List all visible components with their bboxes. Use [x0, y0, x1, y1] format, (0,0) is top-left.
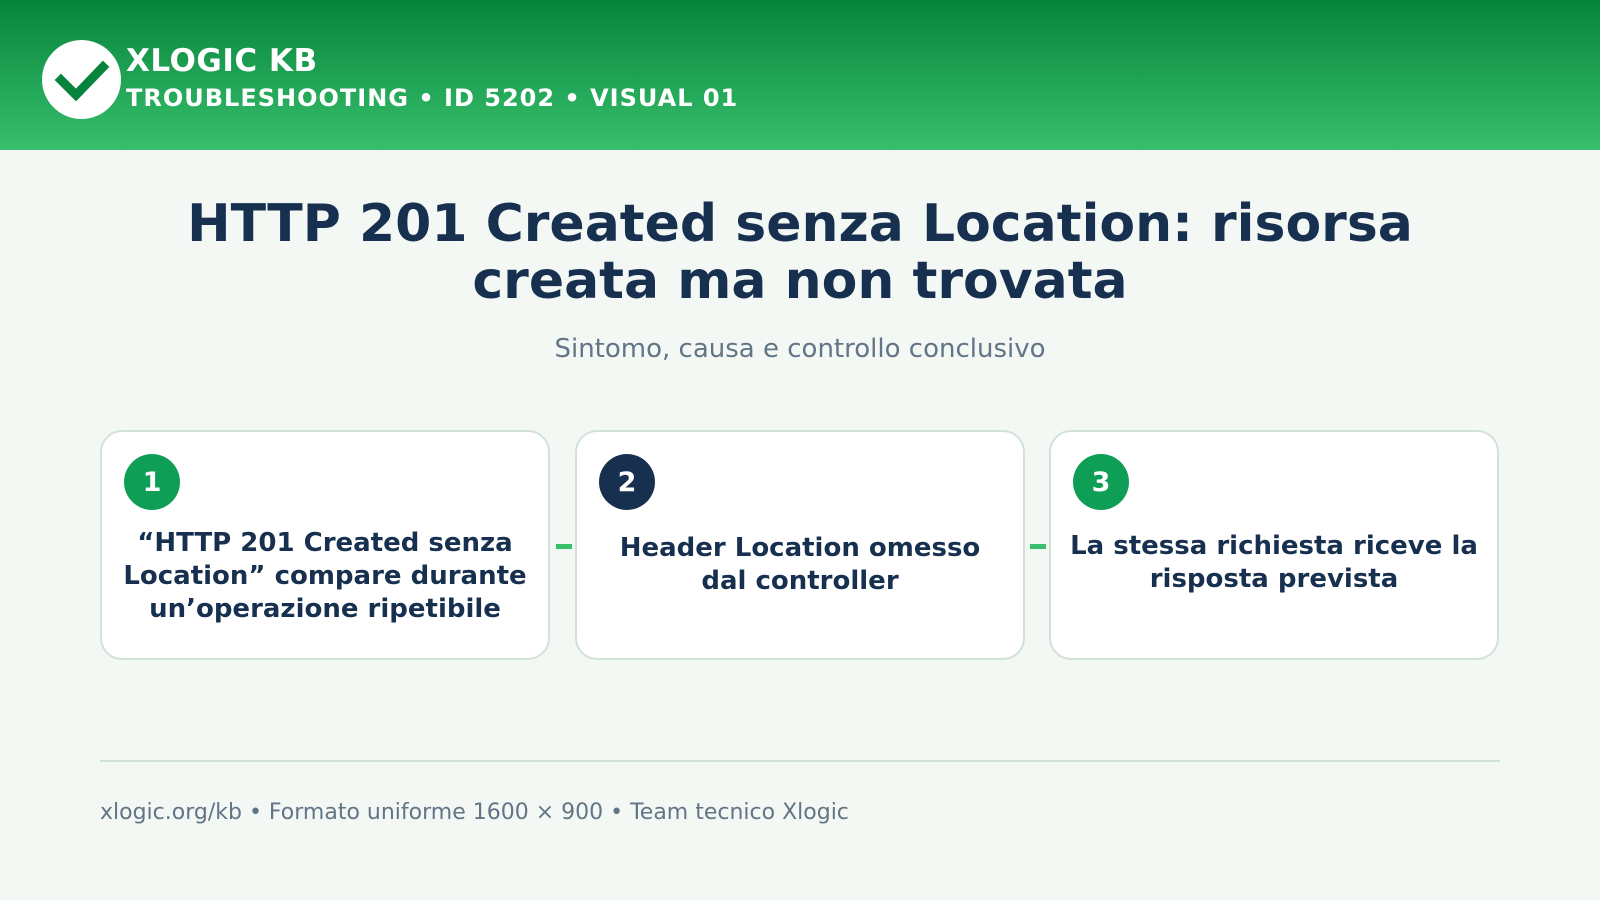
step-text: “HTTP 201 Created senza Location” compar…	[123, 527, 527, 624]
footer-text: xlogic.org/kb • Formato uniforme 1600 × …	[100, 800, 849, 825]
brand-name: XLOGIC KB	[126, 43, 318, 79]
step-number-badge: 1	[124, 454, 180, 510]
page-subtitle: Sintomo, causa e controllo conclusivo	[554, 334, 1046, 364]
step-card-2: 2 Header Location omesso dal controller	[575, 430, 1025, 660]
logo-badge	[42, 40, 121, 119]
check-icon	[54, 60, 110, 102]
step-connector	[1030, 544, 1046, 549]
step-card-1: 1 “HTTP 201 Created senza Location” comp…	[100, 430, 550, 660]
page-title: HTTP 201 Created senza Location: risorsa…	[187, 194, 1413, 311]
step-connector	[556, 544, 572, 549]
header-banner: XLOGIC KB TROUBLESHOOTING • ID 5202 • VI…	[0, 0, 1600, 150]
step-number-badge: 2	[599, 454, 655, 510]
step-text: Header Location omesso dal controller	[619, 533, 981, 596]
brand-subtitle: TROUBLESHOOTING • ID 5202 • VISUAL 01	[126, 84, 739, 112]
step-card-3: 3 La stessa richiesta riceve la risposta…	[1049, 430, 1499, 660]
step-text: La stessa richiesta riceve la risposta p…	[1070, 531, 1478, 594]
footer-divider	[100, 760, 1500, 762]
step-number-badge: 3	[1073, 454, 1129, 510]
